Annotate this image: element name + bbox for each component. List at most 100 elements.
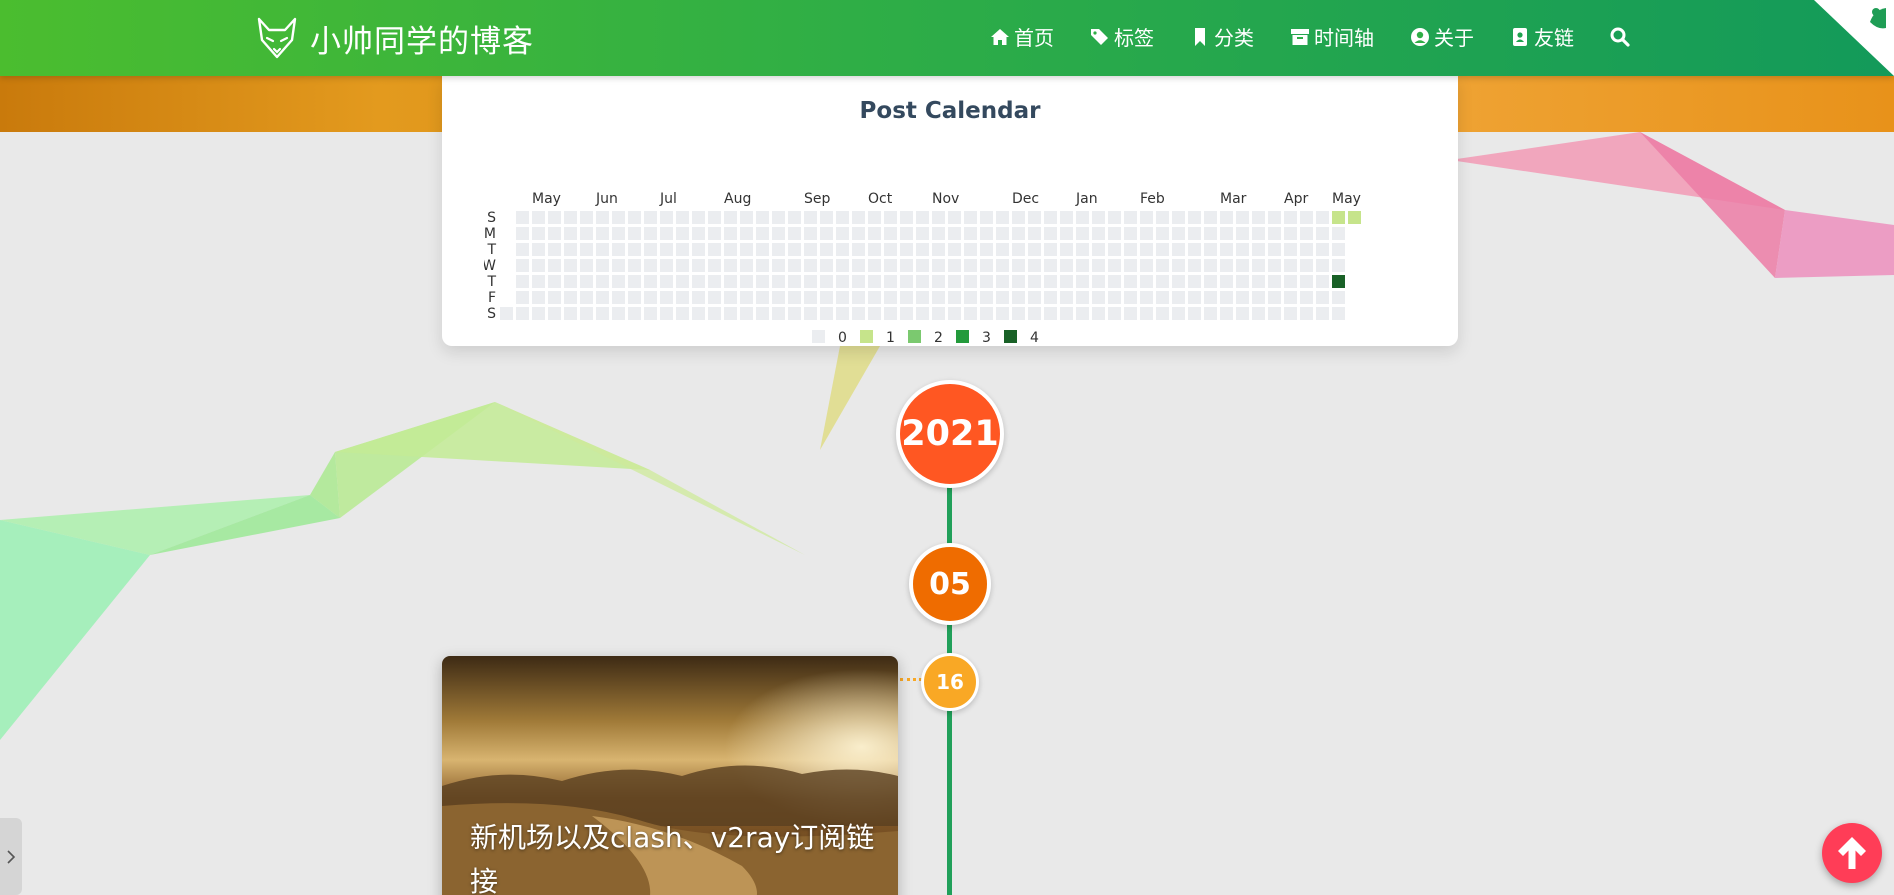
calendar-day-cell[interactable] — [964, 243, 977, 256]
calendar-day-cell[interactable] — [628, 291, 641, 304]
calendar-day-cell[interactable] — [708, 291, 721, 304]
calendar-day-cell[interactable] — [1316, 211, 1329, 224]
calendar-day-cell[interactable] — [612, 259, 625, 272]
calendar-day-cell[interactable] — [772, 259, 785, 272]
calendar-day-cell[interactable] — [1172, 259, 1185, 272]
calendar-day-cell[interactable] — [916, 227, 929, 240]
calendar-day-cell[interactable] — [1204, 243, 1217, 256]
calendar-day-cell[interactable] — [900, 275, 913, 288]
calendar-day-cell[interactable] — [1316, 259, 1329, 272]
calendar-day-cell[interactable] — [804, 227, 817, 240]
calendar-day-cell[interactable] — [756, 211, 769, 224]
timeline-year-badge[interactable]: 2021 — [896, 380, 1004, 488]
calendar-day-cell[interactable] — [1268, 307, 1281, 320]
calendar-day-cell[interactable] — [724, 275, 737, 288]
calendar-day-cell[interactable] — [1156, 211, 1169, 224]
calendar-day-cell[interactable] — [948, 291, 961, 304]
calendar-day-cell[interactable] — [644, 259, 657, 272]
calendar-day-cell[interactable] — [1300, 307, 1313, 320]
calendar-day-cell[interactable] — [532, 291, 545, 304]
nav-item-categories[interactable]: 分类 — [1190, 22, 1254, 51]
calendar-day-cell[interactable] — [676, 275, 689, 288]
calendar-day-cell[interactable] — [676, 243, 689, 256]
calendar-day-cell[interactable] — [932, 275, 945, 288]
calendar-day-cell[interactable] — [1092, 211, 1105, 224]
calendar-day-cell[interactable] — [804, 211, 817, 224]
calendar-day-cell[interactable] — [1236, 291, 1249, 304]
back-to-top-button[interactable] — [1822, 823, 1882, 883]
calendar-day-cell[interactable] — [772, 291, 785, 304]
calendar-day-cell[interactable] — [1332, 227, 1345, 240]
calendar-day-cell[interactable] — [1060, 275, 1073, 288]
calendar-day-cell[interactable] — [1044, 227, 1057, 240]
calendar-day-cell[interactable] — [1124, 275, 1137, 288]
calendar-day-cell[interactable] — [1268, 291, 1281, 304]
calendar-day-cell[interactable] — [724, 227, 737, 240]
calendar-day-cell[interactable] — [852, 275, 865, 288]
calendar-day-cell[interactable] — [1124, 227, 1137, 240]
post-card[interactable]: 新机场以及clash、v2ray订阅链接 — [442, 656, 898, 895]
calendar-day-cell[interactable] — [1252, 307, 1265, 320]
calendar-day-cell[interactable] — [1188, 307, 1201, 320]
calendar-day-cell[interactable] — [996, 291, 1009, 304]
calendar-day-cell[interactable] — [1044, 211, 1057, 224]
calendar-day-cell[interactable] — [660, 243, 673, 256]
calendar-day-cell[interactable] — [1332, 275, 1345, 288]
calendar-day-cell[interactable] — [1252, 243, 1265, 256]
calendar-day-cell[interactable] — [516, 243, 529, 256]
calendar-day-cell[interactable] — [1060, 259, 1073, 272]
calendar-day-cell[interactable] — [788, 259, 801, 272]
calendar-day-cell[interactable] — [1108, 275, 1121, 288]
calendar-day-cell[interactable] — [564, 291, 577, 304]
calendar-day-cell[interactable] — [628, 211, 641, 224]
calendar-day-cell[interactable] — [788, 227, 801, 240]
calendar-day-cell[interactable] — [596, 243, 609, 256]
calendar-day-cell[interactable] — [548, 211, 561, 224]
calendar-day-cell[interactable] — [868, 227, 881, 240]
calendar-day-cell[interactable] — [612, 243, 625, 256]
calendar-day-cell[interactable] — [916, 275, 929, 288]
calendar-day-cell[interactable] — [644, 243, 657, 256]
calendar-day-cell[interactable] — [596, 307, 609, 320]
calendar-day-cell[interactable] — [804, 275, 817, 288]
nav-item-friends[interactable]: 友链 — [1510, 22, 1574, 51]
calendar-day-cell[interactable] — [868, 291, 881, 304]
calendar-day-cell[interactable] — [820, 259, 833, 272]
calendar-day-cell[interactable] — [1220, 259, 1233, 272]
calendar-day-cell[interactable] — [596, 211, 609, 224]
calendar-day-cell[interactable] — [516, 227, 529, 240]
calendar-day-cell[interactable] — [1156, 227, 1169, 240]
calendar-day-cell[interactable] — [660, 275, 673, 288]
calendar-day-cell[interactable] — [532, 259, 545, 272]
calendar-day-cell[interactable] — [1188, 227, 1201, 240]
calendar-day-cell[interactable] — [676, 211, 689, 224]
calendar-day-cell[interactable] — [1044, 243, 1057, 256]
calendar-day-cell[interactable] — [1060, 243, 1073, 256]
calendar-day-cell[interactable] — [1236, 243, 1249, 256]
calendar-day-cell[interactable] — [1076, 307, 1089, 320]
calendar-day-cell[interactable] — [1268, 227, 1281, 240]
calendar-day-cell[interactable] — [1124, 291, 1137, 304]
calendar-day-cell[interactable] — [788, 291, 801, 304]
calendar-day-cell[interactable] — [1076, 211, 1089, 224]
github-corner-icon[interactable] — [1814, 0, 1894, 76]
calendar-day-cell[interactable] — [948, 243, 961, 256]
calendar-day-cell[interactable] — [980, 291, 993, 304]
calendar-day-cell[interactable] — [900, 227, 913, 240]
calendar-day-cell[interactable] — [1172, 227, 1185, 240]
calendar-day-cell[interactable] — [740, 275, 753, 288]
calendar-day-cell[interactable] — [628, 259, 641, 272]
calendar-day-cell[interactable] — [580, 259, 593, 272]
calendar-day-cell[interactable] — [1140, 211, 1153, 224]
calendar-day-cell[interactable] — [916, 291, 929, 304]
calendar-day-cell[interactable] — [1012, 291, 1025, 304]
calendar-day-cell[interactable] — [1188, 243, 1201, 256]
calendar-day-cell[interactable] — [868, 243, 881, 256]
calendar-day-cell[interactable] — [932, 243, 945, 256]
calendar-day-cell[interactable] — [948, 259, 961, 272]
calendar-day-cell[interactable] — [868, 259, 881, 272]
calendar-day-cell[interactable] — [660, 259, 673, 272]
calendar-day-cell[interactable] — [1204, 211, 1217, 224]
calendar-day-cell[interactable] — [996, 275, 1009, 288]
calendar-day-cell[interactable] — [660, 211, 673, 224]
